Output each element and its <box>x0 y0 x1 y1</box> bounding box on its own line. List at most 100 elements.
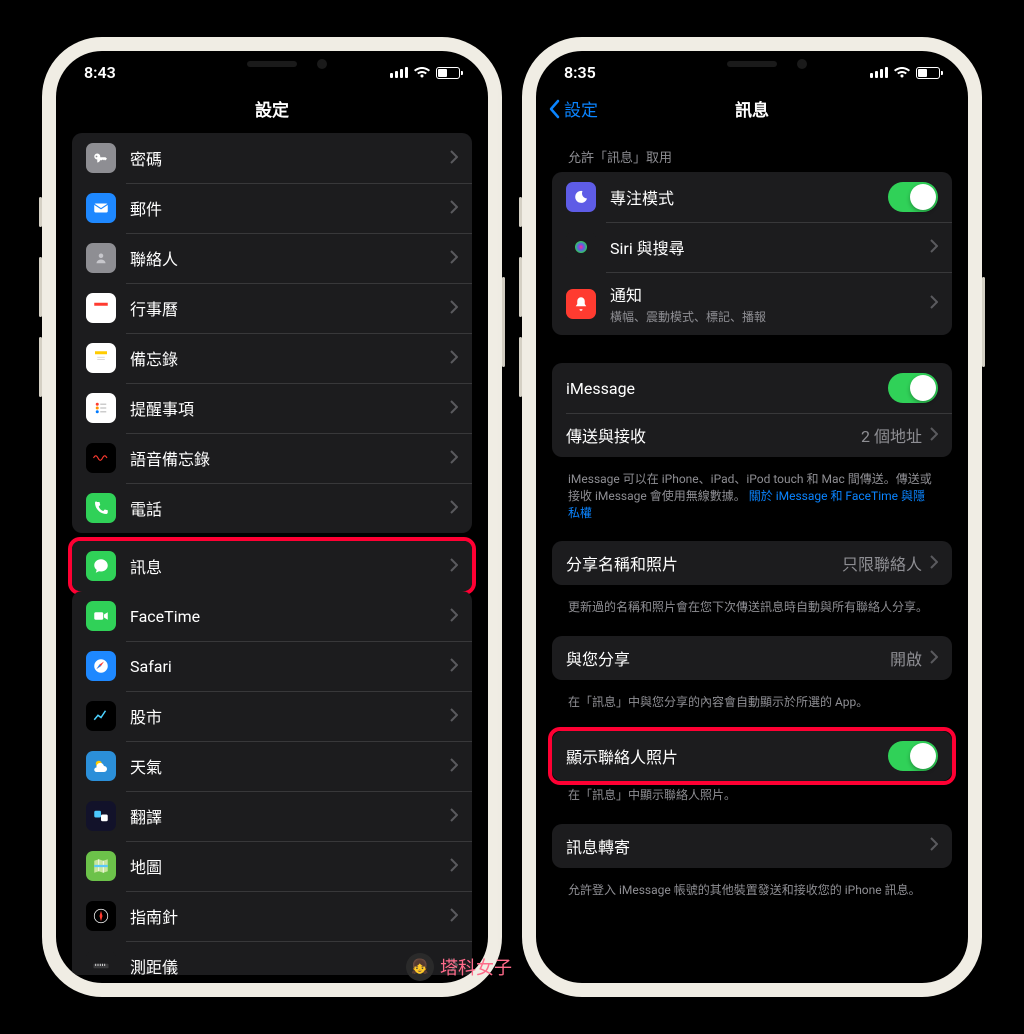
row-imessage[interactable]: iMessage <box>552 363 952 413</box>
maps-icon <box>86 851 116 881</box>
mute-switch[interactable] <box>39 197 42 227</box>
notch <box>662 51 842 79</box>
row-label: iMessage <box>566 379 888 398</box>
chevron-right-icon <box>450 807 458 826</box>
compass-icon <box>86 901 116 931</box>
row-weather[interactable]: 天氣 <box>72 741 472 791</box>
watermark: 👧 塔科女子 <box>406 953 512 981</box>
mute-switch[interactable] <box>519 197 522 227</box>
chevron-left-icon <box>548 99 560 119</box>
volume-up[interactable] <box>39 257 42 317</box>
status-time: 8:43 <box>84 63 116 82</box>
power-button[interactable] <box>502 277 505 367</box>
row-label: 電話 <box>130 496 450 520</box>
messages-icon <box>86 551 116 581</box>
page-title: 訊息 <box>735 96 769 121</box>
chevron-right-icon <box>930 649 938 668</box>
row-label: 密碼 <box>130 146 450 170</box>
row-focus[interactable]: 專注模式 <box>552 172 952 222</box>
row-label: 聯絡人 <box>130 246 450 270</box>
row-translate[interactable]: 翻譯 <box>72 791 472 841</box>
back-button[interactable]: 設定 <box>548 96 598 121</box>
chevron-right-icon <box>450 199 458 218</box>
row-safari[interactable]: Safari <box>72 641 472 691</box>
row-calendar[interactable]: 行事曆 <box>72 283 472 333</box>
row-phone[interactable]: 電話 <box>72 483 472 533</box>
safari-icon <box>86 651 116 681</box>
status-time: 8:35 <box>564 63 596 82</box>
row-notifications[interactable]: 通知橫幅、震動模式、標記、播報 <box>552 272 952 335</box>
wifi-icon <box>894 67 910 79</box>
wifi-icon <box>414 67 430 79</box>
stocks-icon <box>86 701 116 731</box>
watermark-text: 塔科女子 <box>440 954 512 980</box>
passwords-icon <box>86 143 116 173</box>
row-label: Safari <box>130 657 450 676</box>
volume-down[interactable] <box>39 337 42 397</box>
row-mail[interactable]: 郵件 <box>72 183 472 233</box>
chevron-right-icon <box>450 499 458 518</box>
volume-up[interactable] <box>519 257 522 317</box>
row-forward[interactable]: 訊息轉寄 <box>552 824 952 868</box>
nav-header: 設定 訊息 <box>536 86 968 133</box>
toggle-focus[interactable] <box>888 182 938 212</box>
row-voicememos[interactable]: 語音備忘錄 <box>72 433 472 483</box>
row-maps[interactable]: 地圖 <box>72 841 472 891</box>
row-facetime[interactable]: FaceTime <box>72 591 472 641</box>
row-sublabel: 橫幅、震動模式、標記、播報 <box>610 308 930 325</box>
row-sendrecv[interactable]: 傳送與接收2 個地址 <box>552 413 952 457</box>
settings-list[interactable]: 密碼郵件聯絡人行事曆備忘錄提醒事項語音備忘錄電話 訊息FaceTime Safar… <box>56 133 488 975</box>
volume-down[interactable] <box>519 337 522 397</box>
row-sharename[interactable]: 分享名稱和照片只限聯絡人 <box>552 541 952 585</box>
siri-icon <box>566 232 596 262</box>
chevron-right-icon <box>450 607 458 626</box>
footer-forward: 允許登入 iMessage 帳號的其他裝置發送和接收您的 iPhone 訊息。 <box>552 876 952 907</box>
row-label: 提醒事項 <box>130 396 450 420</box>
toggle-showphotos[interactable] <box>888 741 938 771</box>
row-reminders[interactable]: 提醒事項 <box>72 383 472 433</box>
notch <box>182 51 362 79</box>
row-showphotos[interactable]: 顯示聯絡人照片 <box>552 731 952 781</box>
chevron-right-icon <box>930 426 938 445</box>
screen-left: 8:43 設定 密碼郵件聯絡人行事曆備忘錄提醒事項語音備忘錄電話 訊息FaceT… <box>56 51 488 983</box>
row-compass[interactable]: 指南針 <box>72 891 472 941</box>
status-indicators <box>390 67 460 79</box>
cellular-icon <box>870 67 888 78</box>
row-shared[interactable]: 與您分享開啟 <box>552 636 952 680</box>
mail-icon <box>86 193 116 223</box>
row-stocks[interactable]: 股市 <box>72 691 472 741</box>
row-contacts[interactable]: 聯絡人 <box>72 233 472 283</box>
row-label: 天氣 <box>130 754 450 778</box>
row-label: 測距儀 <box>130 954 450 975</box>
row-label: 指南針 <box>130 904 450 928</box>
toggle-imessage[interactable] <box>888 373 938 403</box>
row-notes[interactable]: 備忘錄 <box>72 333 472 383</box>
facetime-icon <box>86 601 116 631</box>
row-messages[interactable]: 訊息 <box>72 541 472 591</box>
row-label: 訊息轉寄 <box>566 834 930 858</box>
battery-icon <box>916 67 940 79</box>
battery-icon <box>436 67 460 79</box>
chevron-right-icon <box>450 857 458 876</box>
measure-icon <box>86 951 116 975</box>
chevron-right-icon <box>450 299 458 318</box>
row-label: 通知 <box>610 282 930 306</box>
weather-icon <box>86 751 116 781</box>
row-value: 開啟 <box>890 646 922 670</box>
row-passwords[interactable]: 密碼 <box>72 133 472 183</box>
chevron-right-icon <box>930 836 938 855</box>
phone-right: 8:35 設定 訊息 允許「訊息」取用 專注模式Siri 與搜尋通知橫幅、震動模… <box>522 37 982 997</box>
highlight-messages: 訊息 <box>68 537 476 595</box>
status-indicators <box>870 67 940 79</box>
row-label: 行事曆 <box>130 296 450 320</box>
power-button[interactable] <box>982 277 985 367</box>
focus-icon <box>566 182 596 212</box>
row-siri[interactable]: Siri 與搜尋 <box>552 222 952 272</box>
chevron-right-icon <box>450 757 458 776</box>
footer-imessage: iMessage 可以在 iPhone、iPad、iPod touch 和 Ma… <box>552 465 952 529</box>
footer-sharename: 更新過的名稱和照片會在您下次傳送訊息時自動與所有聯絡人分享。 <box>552 593 952 624</box>
page-title: 設定 <box>255 96 289 121</box>
phone-icon <box>86 493 116 523</box>
messages-settings[interactable]: 允許「訊息」取用 專注模式Siri 與搜尋通知橫幅、震動模式、標記、播報 iMe… <box>536 133 968 975</box>
row-label: 傳送與接收 <box>566 423 861 447</box>
